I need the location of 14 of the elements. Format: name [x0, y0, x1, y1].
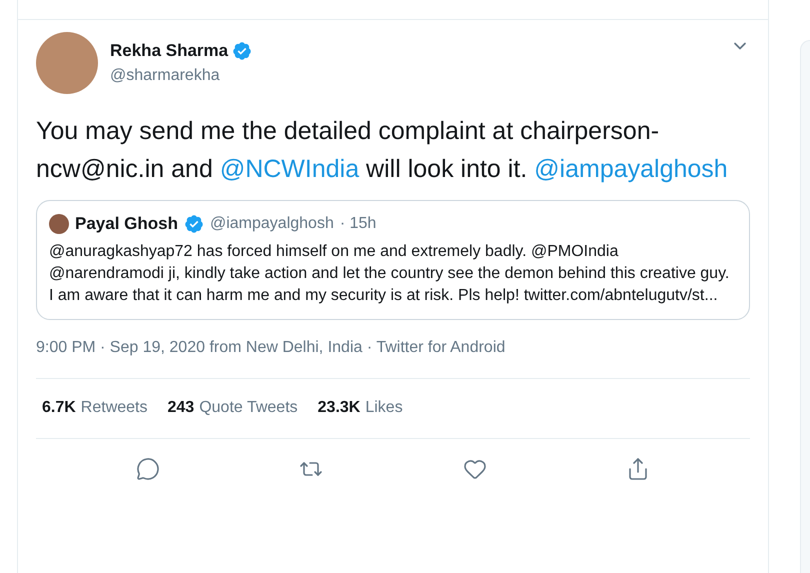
quoted-time: · 15h — [340, 214, 376, 234]
stat-link[interactable]: 243 Quote Tweets — [168, 396, 298, 420]
quoted-author-handle: @iampayalghosh — [210, 214, 334, 234]
tweet-text: You may send me the detailed complaint at chairperson-ncw@nic.in and @NCWIndia will look into it. @iampayalghosh — [36, 116, 729, 185]
quoted-author-name: Payal Ghosh — [75, 213, 178, 235]
stat-link[interactable]: 6.7K Retweets — [42, 396, 148, 420]
quoted-tweet-card[interactable] — [36, 200, 750, 320]
tweet-timestamp[interactable]: 9:00 PM · Sep 19, 2020 from New Delhi, India · Twitter for Android — [36, 336, 750, 378]
author-handle[interactable]: @sharmarekha — [110, 64, 252, 88]
stat-link[interactable]: 23.3K Likes — [318, 396, 403, 420]
quoted-text: @anuragkashyap72 has forced himself on me and extremely badly. @PMOIndia @narendramodi ji, kindly take action and let the country see the demon behind this creative guy. I am aware that it can harm me and my security is at risk. Pls help! twitter.com/abntelugutv/st... — [49, 242, 730, 306]
author-name[interactable]: Rekha Sharma — [110, 38, 228, 64]
quoted-avatar-photo-placeholder — [49, 214, 69, 234]
reply-icon[interactable] — [136, 456, 160, 480]
